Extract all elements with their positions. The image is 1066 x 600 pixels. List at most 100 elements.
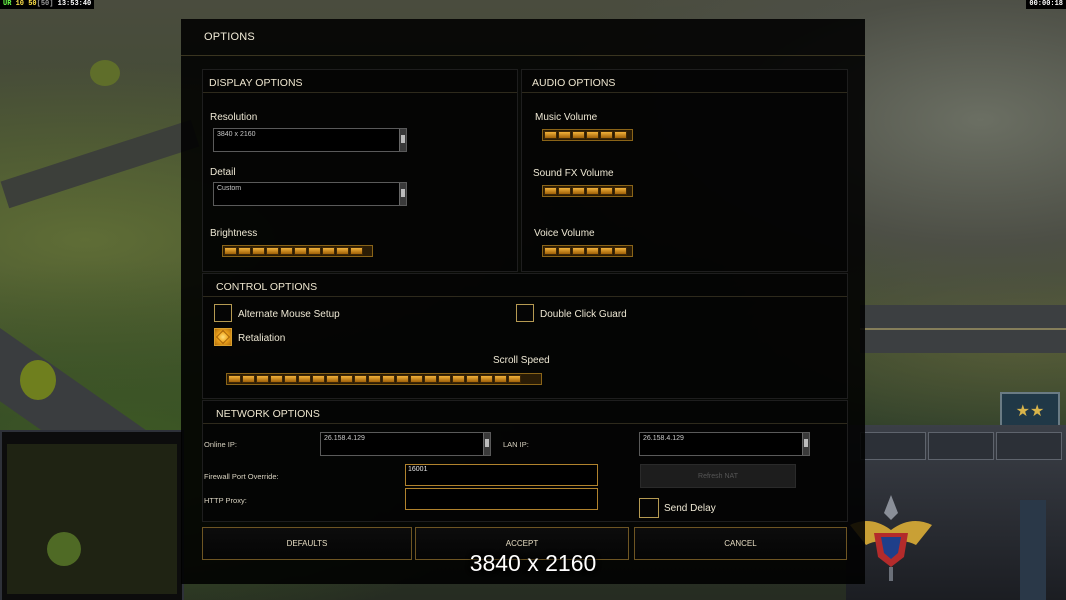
- tree: [90, 60, 120, 86]
- voice-volume-label: Voice Volume: [534, 228, 595, 239]
- slider-segment: [396, 375, 409, 383]
- resolution-dropdown[interactable]: 3840 x 2160: [213, 128, 407, 152]
- brightness-label: Brightness: [210, 228, 258, 239]
- slider-segment: [600, 131, 613, 139]
- detail-dropdown[interactable]: Custom: [213, 182, 407, 206]
- slider-segment: [600, 187, 613, 195]
- send-delay-label: Send Delay: [664, 503, 716, 514]
- sound-fx-volume-slider[interactable]: [542, 185, 633, 197]
- online-ip-dropdown[interactable]: 26.158.4.129: [320, 432, 491, 456]
- voice-volume-slider[interactable]: [542, 245, 633, 257]
- sidebar-slot[interactable]: [996, 432, 1062, 460]
- ur-label: UR: [3, 0, 12, 8]
- refresh-nat-label: Refresh NAT: [698, 473, 738, 480]
- panel-header: CONTROL OPTIONS: [203, 274, 847, 297]
- slider-segment: [326, 375, 339, 383]
- retaliation-label: Retaliation: [238, 333, 286, 344]
- slider-segment: [228, 375, 241, 383]
- slider-segment: [308, 247, 321, 255]
- brightness-slider[interactable]: [222, 245, 373, 257]
- music-volume-label: Music Volume: [535, 112, 598, 123]
- firewall-port-value: 16001: [408, 466, 428, 473]
- clock: 13:53:40: [57, 0, 92, 8]
- slider-segment: [600, 247, 613, 255]
- detail-label: Detail: [210, 167, 236, 178]
- control-options-panel: CONTROL OPTIONS Alternate Mouse Setup Do…: [202, 273, 848, 399]
- slider-segment: [466, 375, 479, 383]
- slider-segment: [558, 187, 571, 195]
- alternate-mouse-checkbox[interactable]: [214, 304, 232, 322]
- control-options-header: CONTROL OPTIONS: [216, 281, 318, 293]
- firewall-port-input[interactable]: 16001: [405, 464, 598, 486]
- slider-segment: [322, 247, 335, 255]
- slider-segment: [544, 247, 557, 255]
- network-options-panel: NETWORK OPTIONS Online IP: 26.158.4.129 …: [202, 400, 848, 522]
- slider-segment: [382, 375, 395, 383]
- music-volume-slider[interactable]: [542, 129, 633, 141]
- alternate-mouse-label: Alternate Mouse Setup: [238, 309, 340, 320]
- slider-segment: [242, 375, 255, 383]
- slider-segment: [544, 131, 557, 139]
- online-ip-value: 26.158.4.129: [324, 435, 365, 442]
- slider-segment: [614, 247, 627, 255]
- slider-segment: [280, 247, 293, 255]
- display-options-header: DISPLAY OPTIONS: [209, 77, 303, 89]
- http-proxy-input[interactable]: [405, 488, 598, 510]
- send-delay-checkbox[interactable]: [639, 498, 659, 518]
- double-click-guard-checkbox[interactable]: [516, 304, 534, 322]
- slider-segment: [252, 247, 265, 255]
- audio-options-header: AUDIO OPTIONS: [532, 77, 616, 89]
- panel-header: AUDIO OPTIONS: [522, 70, 847, 93]
- slider-segment: [284, 375, 297, 383]
- network-options-header: NETWORK OPTIONS: [216, 408, 320, 420]
- slider-segment: [350, 247, 363, 255]
- dropdown-scrollbar[interactable]: [802, 433, 809, 455]
- slider-segment: [238, 247, 251, 255]
- slider-segment: [424, 375, 437, 383]
- fps-max: [50]: [36, 0, 54, 8]
- slider-segment: [614, 131, 627, 139]
- slider-segment: [572, 247, 585, 255]
- sidebar-slot[interactable]: [860, 432, 926, 460]
- dropdown-scrollbar[interactable]: [399, 183, 406, 205]
- scroll-speed-label: Scroll Speed: [493, 355, 550, 366]
- slider-segment: [266, 247, 279, 255]
- panel-header: NETWORK OPTIONS: [203, 401, 847, 424]
- slider-segment: [354, 375, 367, 383]
- double-click-guard-label: Double Click Guard: [540, 309, 627, 320]
- accept-button-label: ACCEPT: [505, 539, 539, 548]
- slider-segment: [614, 187, 627, 195]
- retaliation-checkbox[interactable]: [214, 328, 232, 346]
- slider-segment: [294, 247, 307, 255]
- game-timer: 00:00:18: [1026, 0, 1066, 9]
- sidebar-slot[interactable]: [928, 432, 994, 460]
- resolution-value: 3840 x 2160: [217, 131, 256, 138]
- lan-ip-dropdown[interactable]: 26.158.4.129: [639, 432, 810, 456]
- display-options-panel: DISPLAY OPTIONS Resolution 3840 x 2160 D…: [202, 69, 518, 272]
- options-dialog: OPTIONS DISPLAY OPTIONS Resolution 3840 …: [181, 19, 865, 584]
- slider-segment: [256, 375, 269, 383]
- refresh-nat-button[interactable]: Refresh NAT: [640, 464, 796, 488]
- slider-segment: [368, 375, 381, 383]
- resolution-label: Resolution: [210, 112, 258, 123]
- dialog-title: OPTIONS: [204, 31, 255, 43]
- slider-segment: [298, 375, 311, 383]
- slider-segment: [586, 247, 599, 255]
- tree: [20, 360, 56, 400]
- ur-value: 10: [15, 0, 25, 8]
- fps-value: 50: [28, 0, 37, 8]
- slider-segment: [558, 131, 571, 139]
- road-marking: [860, 328, 1066, 330]
- slider-segment: [494, 375, 507, 383]
- scroll-speed-slider[interactable]: [226, 373, 542, 385]
- slider-segment: [452, 375, 465, 383]
- slider-segment: [544, 187, 557, 195]
- http-proxy-label: HTTP Proxy:: [204, 496, 247, 505]
- slider-segment: [558, 247, 571, 255]
- dropdown-scrollbar[interactable]: [399, 129, 406, 151]
- slider-segment: [508, 375, 521, 383]
- slider-segment: [586, 131, 599, 139]
- dropdown-scrollbar[interactable]: [483, 433, 490, 455]
- slider-segment: [224, 247, 237, 255]
- slider-segment: [438, 375, 451, 383]
